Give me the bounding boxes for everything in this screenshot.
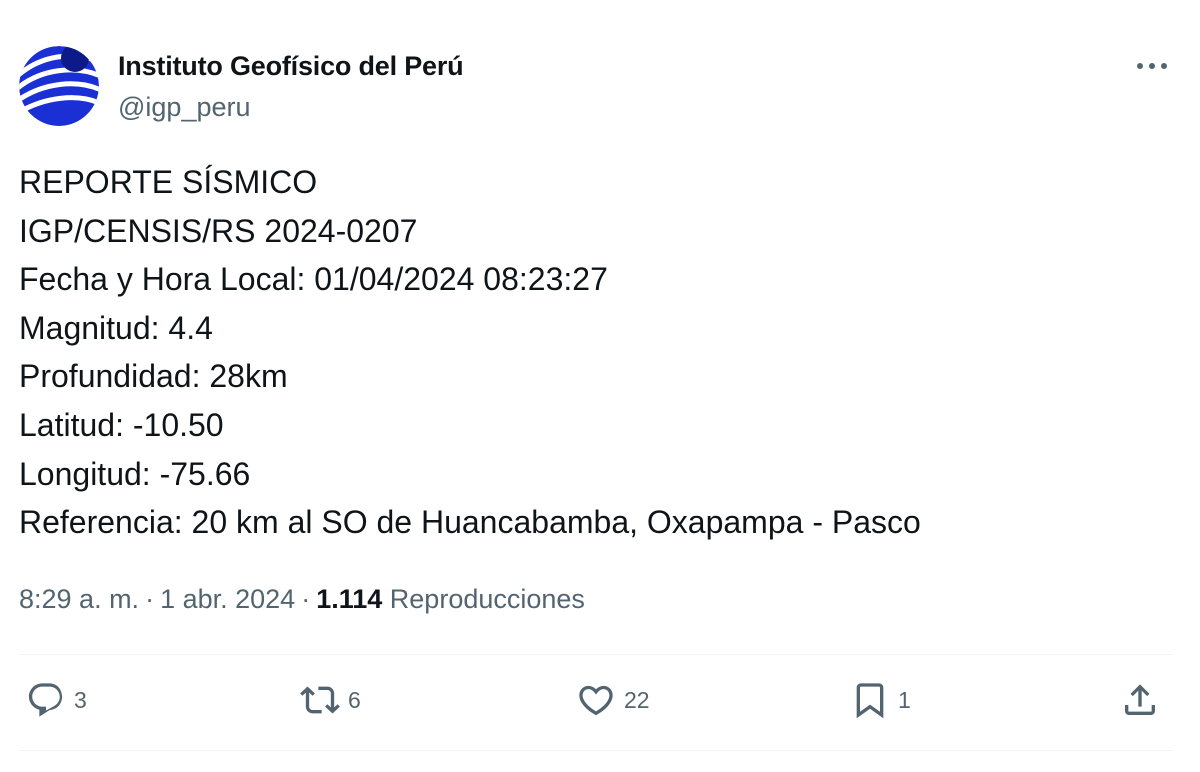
- like-button[interactable]: 22: [576, 678, 650, 722]
- author-block: Instituto Geofísico del Perú @igp_peru: [118, 48, 464, 125]
- retweet-icon: [300, 686, 340, 714]
- tweet-text-line: Longitud: -75.66: [19, 455, 251, 492]
- meta-separator: ·: [301, 584, 311, 614]
- tweet-text-line: Magnitud: 4.4: [19, 309, 213, 346]
- heart-icon: [579, 685, 613, 716]
- author-display-name[interactable]: Instituto Geofísico del Perú: [118, 48, 464, 84]
- tweet-date[interactable]: 1 abr. 2024: [160, 584, 295, 614]
- tweet-text-line: Latitud: -10.50: [19, 406, 224, 443]
- retweet-count: 6: [348, 686, 361, 713]
- tweet-text-line: IGP/CENSIS/RS 2024-0207: [19, 212, 418, 249]
- reply-count: 3: [74, 686, 87, 713]
- author-handle[interactable]: @igp_peru: [118, 89, 463, 125]
- tweet-text-line: REPORTE SÍSMICO: [19, 164, 318, 200]
- views-count: 1.114: [316, 584, 383, 614]
- avatar[interactable]: [19, 46, 99, 126]
- tweet-text-line: Fecha y Hora Local: 01/04/2024 08:23:27: [19, 261, 608, 298]
- more-button[interactable]: [1130, 48, 1174, 84]
- bookmark-count: 1: [898, 686, 911, 713]
- tweet-meta: 8:29 a. m. · 1 abr. 2024 · 1.114 Reproduccio…: [19, 580, 585, 618]
- tweet-text-line: Referencia: 20 km al SO de Huancabamba, …: [19, 504, 921, 541]
- views-label: Reproducciones: [389, 584, 585, 614]
- reply-button[interactable]: 3: [26, 678, 87, 722]
- like-count: 22: [624, 686, 650, 713]
- share-button[interactable]: [1120, 678, 1160, 722]
- tweet[interactable]: Instituto Geofísico del Perú @igp_peru R…: [0, 0, 1200, 772]
- retweet-button[interactable]: 6: [300, 678, 361, 722]
- more-icon: [1137, 63, 1167, 69]
- bookmark-icon: [856, 683, 884, 719]
- igp-logo-icon: [19, 46, 99, 126]
- tweet-text: REPORTE SÍSMICO IGP/CENSIS/RS 2024-0207 …: [19, 158, 921, 547]
- share-icon: [1125, 684, 1155, 715]
- tweet-time[interactable]: 8:29 a. m.: [19, 584, 139, 614]
- bookmark-button[interactable]: 1: [850, 678, 911, 722]
- meta-separator: ·: [145, 584, 155, 614]
- reply-icon: [28, 683, 63, 717]
- divider: [19, 750, 1172, 751]
- divider: [19, 654, 1172, 655]
- tweet-text-line: Profundidad: 28km: [19, 358, 288, 395]
